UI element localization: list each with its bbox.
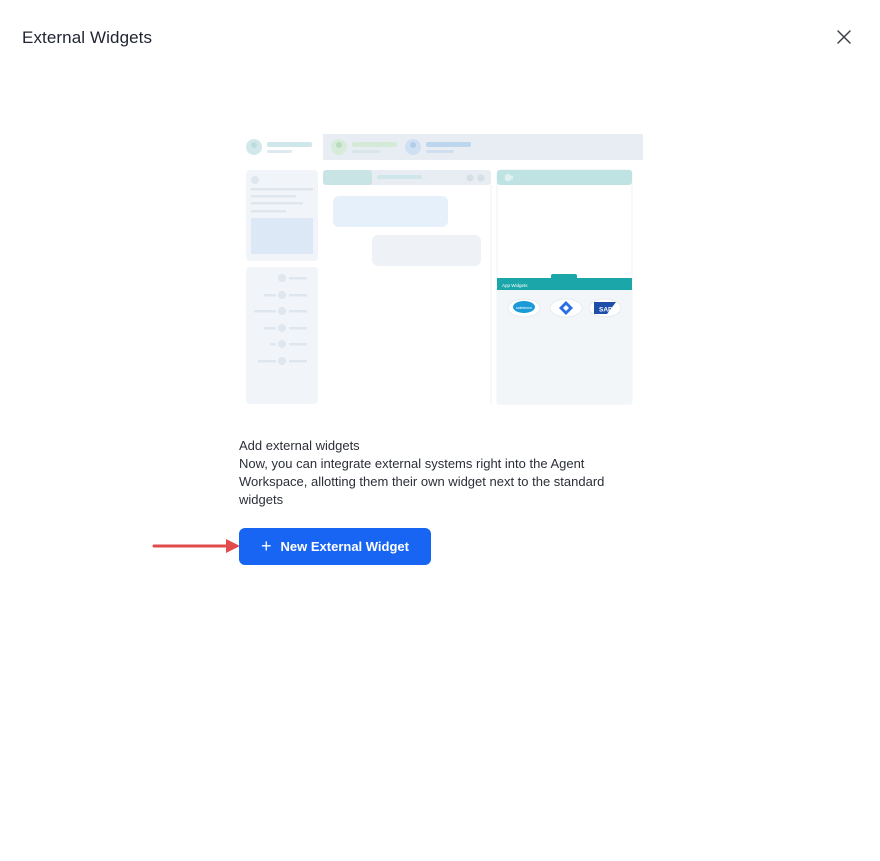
annotation-arrow-icon [152,539,240,553]
empty-state-text: Add external widgets Now, you can integr… [239,437,649,509]
page-title: External Widgets [22,28,153,47]
jira-logo [549,298,583,318]
close-icon[interactable] [834,27,854,47]
new-external-widget-button[interactable]: + New External Widget [239,528,431,565]
new-external-widget-label: New External Widget [280,539,409,554]
plus-icon: + [261,536,272,556]
empty-state-description: Now, you can integrate external systems … [239,456,605,507]
empty-state-heading: Add external widgets [239,438,360,453]
svg-text:SAP: SAP [599,307,613,314]
sap-logo: SAP [588,298,622,318]
agent-workspace-illustration: App Widgets salesforce SAP [240,134,643,405]
svg-text:salesforce: salesforce [516,306,532,310]
app-widgets-label: App Widgets [502,283,528,288]
salesforce-logo: salesforce [507,298,541,318]
